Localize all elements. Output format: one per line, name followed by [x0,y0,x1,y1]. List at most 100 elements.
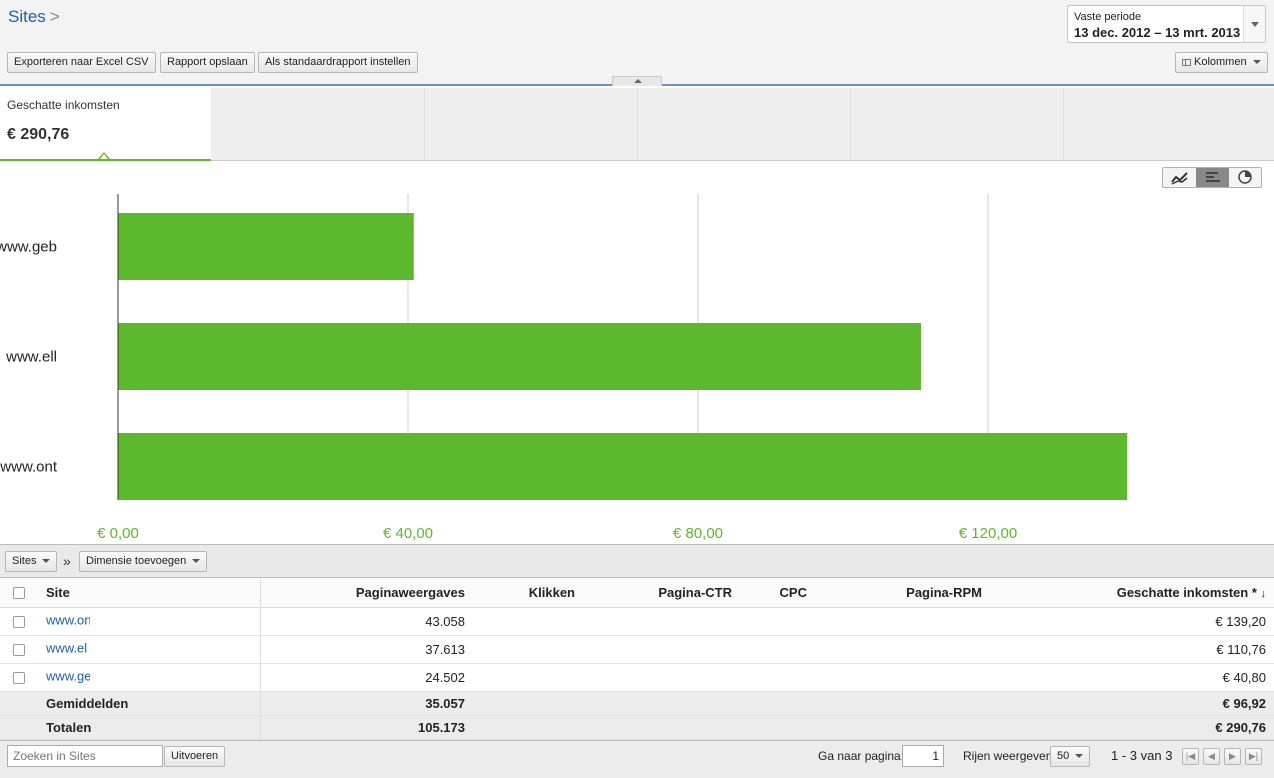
line-chart-button[interactable] [1163,168,1196,187]
x-tick-label: € 80,00 [673,525,723,542]
last-page-button[interactable]: ▶| [1245,748,1262,765]
averages-label: Gemiddelden [38,691,261,716]
ctr-cell [583,607,740,636]
summary-empty [583,715,740,740]
run-search-button[interactable]: Uitvoeren [164,746,226,767]
sites-dimension-label: Sites [12,555,37,567]
column-header-pageviews[interactable]: Paginaweergaves [260,578,473,608]
earnings-bar-chart: www.geb www.ell www.ont € 0,00 € 40,00 € 80,0… [0,194,1128,542]
dimension-bar: Sites » Dimensie toevoegen [0,544,1274,578]
bar-chart-icon [1206,172,1220,182]
earnings-cell: € 40,80 [990,663,1274,692]
row-select-cell [0,663,38,692]
scorecard-estimated-earnings[interactable]: Geschatte inkomsten € 290,76 [0,88,211,161]
row-select-cell [0,635,38,664]
date-range-picker[interactable]: Vaste periode 13 dec. 2012 – 13 mrt. 201… [1067,5,1266,43]
summary-empty [815,715,990,740]
set-default-report-button[interactable]: Als standaardrapport instellen [258,52,418,73]
pageviews-cell: 24.502 [260,663,473,692]
site-link[interactable]: www.ge [46,668,92,683]
row-checkbox[interactable] [13,672,25,685]
redaction-mask [89,664,164,690]
next-page-button[interactable]: ▶ [1224,748,1241,765]
bar-chart-button[interactable] [1196,168,1229,187]
summary-spacer [0,715,38,740]
search-input[interactable] [7,745,163,767]
rows-per-page-label: Rijen weergeven: [963,749,1056,763]
sites-dimension-dropdown[interactable]: Sites [5,551,58,572]
row-checkbox[interactable] [13,616,25,629]
summary-spacer [0,691,38,716]
redaction-mask [89,608,164,634]
rpm-cell [815,663,990,692]
column-header-cpc[interactable]: CPC [740,578,815,608]
totals-row: Totalen 105.173 € 290,76 [0,715,1274,740]
rpm-cell [815,635,990,664]
site-link[interactable]: www.on [46,612,92,627]
summary-empty [473,715,583,740]
clicks-cell [473,607,583,636]
chart-type-switcher [1162,167,1262,188]
pageviews-cell: 37.613 [260,635,473,664]
next-page-icon: ▶ [1229,751,1236,761]
table-header-row: Site Paginaweergaves Klikken Pagina-CTR … [0,578,1274,608]
export-csv-button[interactable]: Exporteren naar Excel CSV [7,52,156,73]
cpc-cell [740,607,815,636]
averages-pageviews: 35.057 [260,691,473,716]
site-cell: www.ge [38,663,261,692]
page-number-input[interactable]: 1 [902,745,944,767]
rows-per-page-select[interactable]: 50 [1050,746,1091,767]
scorecard-divider [637,88,638,160]
x-tick-label: € 0,00 [97,525,139,542]
category-label: www.ell [5,349,57,366]
averages-earnings: € 96,92 [990,691,1274,716]
breadcrumb-separator: > [49,7,60,26]
scorecard-divider [424,88,425,160]
clicks-cell [473,663,583,692]
column-header-earnings[interactable]: Geschatte inkomsten * ↓ [990,578,1274,608]
last-page-icon: ▶| [1248,751,1259,761]
row-checkbox[interactable] [13,644,25,657]
clicks-cell [473,635,583,664]
add-dimension-dropdown[interactable]: Dimensie toevoegen [79,551,208,572]
column-header-site[interactable]: Site [38,578,261,608]
x-tick-label: € 40,00 [383,525,433,542]
breadcrumb: Sites > [8,7,60,27]
cpc-cell [740,635,815,664]
table-footer: Uitvoeren Ga naar pagina: 1 Rijen weerge… [0,740,1274,778]
rpm-cell [815,607,990,636]
line-chart-icon [1171,172,1188,185]
averages-row: Gemiddelden 35.057 € 96,92 [0,691,1274,716]
summary-empty [815,691,990,716]
totals-pageviews: 105.173 [260,715,473,740]
goto-page-label: Ga naar pagina: [818,749,905,763]
bar [118,213,414,280]
chevron-down-icon[interactable] [1243,6,1265,42]
scorecard-divider [1063,88,1064,160]
date-range-label: Vaste periode [1074,11,1142,23]
site-cell: www.on [38,607,261,636]
previous-page-button[interactable]: ◀ [1203,748,1220,765]
chevron-down-icon [1252,60,1261,65]
pie-chart-button[interactable] [1229,168,1262,187]
breadcrumb-sites[interactable]: Sites [8,7,46,26]
redaction-mask [88,636,163,662]
selected-pointer-icon [98,152,110,159]
column-header-clicks[interactable]: Klikken [473,578,583,608]
chevron-down-icon [192,559,201,564]
collapse-toggle[interactable] [612,76,662,86]
column-header-page-rpm[interactable]: Pagina-RPM [815,578,990,608]
column-header-page-ctr[interactable]: Pagina-CTR [583,578,740,608]
columns-button[interactable]: Kolommen [1175,52,1268,73]
site-link[interactable]: www.ell [46,640,90,655]
scorecard-title: Geschatte inkomsten [7,98,120,112]
summary-empty [473,691,583,716]
select-all-cell [0,578,38,608]
columns-icon [1182,58,1191,66]
totals-label: Totalen [38,715,261,740]
first-page-button[interactable]: |◀ [1182,748,1199,765]
select-all-checkbox[interactable] [13,587,25,600]
scorecard-value: € 290,76 [7,126,70,143]
sites-table: Site Paginaweergaves Klikken Pagina-CTR … [0,578,1274,740]
save-report-button[interactable]: Rapport opslaan [160,52,255,73]
